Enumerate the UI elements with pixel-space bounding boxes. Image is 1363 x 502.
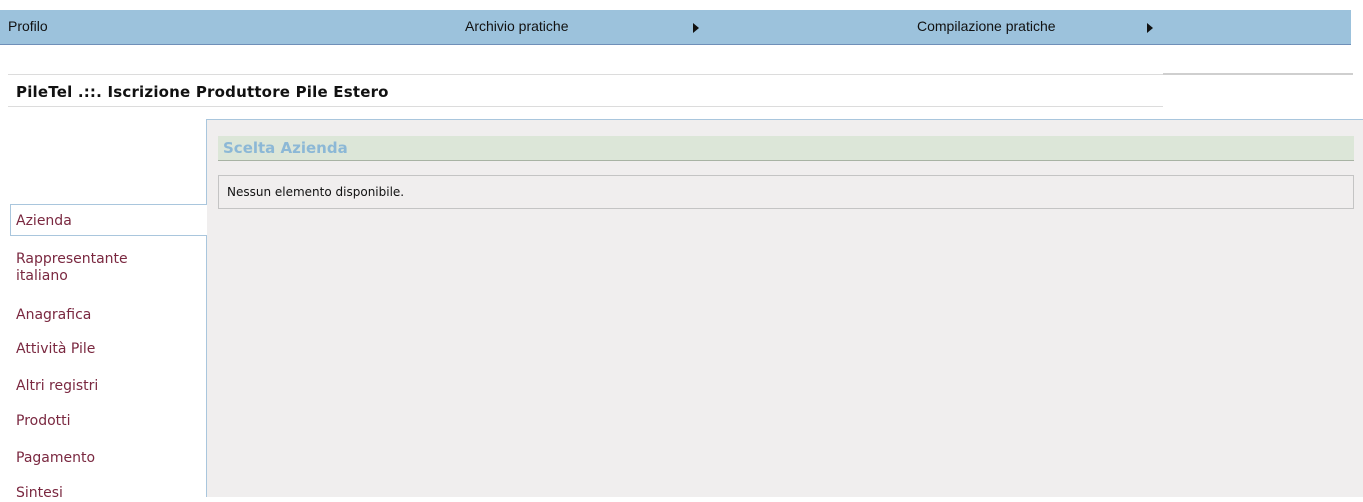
menu-archivio-pratiche[interactable]: Archivio pratiche xyxy=(465,18,569,34)
submenu-arrow-icon[interactable] xyxy=(1147,23,1153,33)
empty-message-box: Nessun elemento disponibile. xyxy=(218,175,1354,209)
main-content-panel: Scelta Azienda Nessun elemento disponibi… xyxy=(206,119,1363,497)
divider xyxy=(8,106,1163,107)
section-title: Scelta Azienda xyxy=(223,139,348,157)
submenu-arrow-icon[interactable] xyxy=(693,23,699,33)
sidebar-item-azienda[interactable]: Azienda xyxy=(10,204,207,236)
empty-message: Nessun elemento disponibile. xyxy=(227,185,405,199)
menu-compilazione-pratiche[interactable]: Compilazione pratiche xyxy=(917,18,1056,34)
section-header: Scelta Azienda xyxy=(218,136,1354,161)
sidebar-item-rappresentante-italiano[interactable]: Rappresentante italiano xyxy=(16,251,176,285)
sidebar-item-prodotti[interactable]: Prodotti xyxy=(16,413,201,430)
sidebar-item-altri-registri[interactable]: Altri registri xyxy=(16,378,201,395)
sidebar-item-label: Azienda xyxy=(16,213,72,229)
page-title: PileTel .::. Iscrizione Produttore Pile … xyxy=(16,83,389,101)
top-menu-bar: Profilo Archivio pratiche Compilazione p… xyxy=(0,10,1351,45)
divider xyxy=(8,74,1163,75)
menu-profile[interactable]: Profilo xyxy=(8,18,48,34)
sidebar-item-sintesi[interactable]: Sintesi xyxy=(16,485,201,502)
divider xyxy=(1163,73,1353,75)
sidebar-item-pagamento[interactable]: Pagamento xyxy=(16,450,201,467)
sidebar-item-anagrafica[interactable]: Anagrafica xyxy=(16,307,201,324)
sidebar-item-attivita-pile[interactable]: Attività Pile xyxy=(16,341,201,358)
